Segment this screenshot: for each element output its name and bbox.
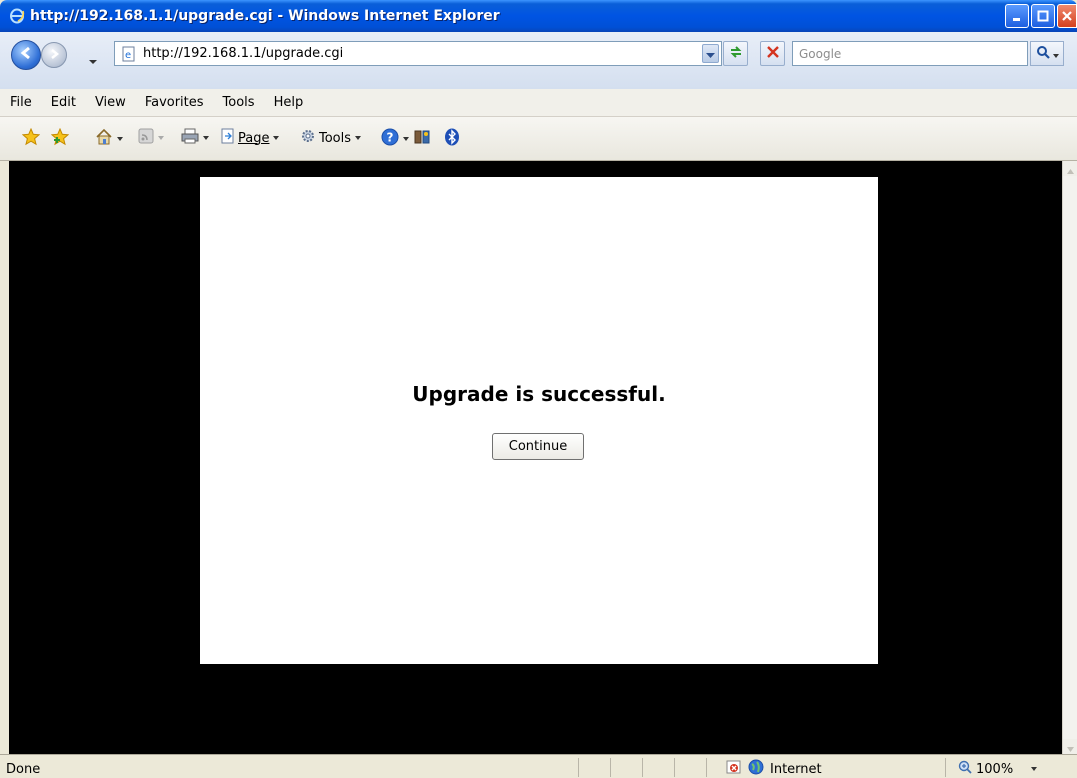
chevron-up-icon xyxy=(1066,159,1074,178)
add-favorite-icon[interactable] xyxy=(51,128,69,146)
security-zone[interactable]: Internet xyxy=(726,759,822,778)
back-button[interactable] xyxy=(11,40,41,70)
status-divider xyxy=(945,758,946,777)
chevron-down-icon xyxy=(706,44,715,63)
menu-bar: File Edit View Favorites Tools Help xyxy=(0,89,1077,117)
stop-icon xyxy=(766,44,780,63)
address-bar[interactable]: e http://192.168.1.1/upgrade.cgi xyxy=(114,41,722,66)
search-placeholder: Google xyxy=(799,46,842,61)
vertical-scrollbar[interactable] xyxy=(1062,161,1077,754)
feeds-dropdown-icon xyxy=(158,136,164,140)
address-dropdown-button[interactable] xyxy=(702,44,719,63)
recent-pages-dropdown[interactable] xyxy=(89,51,97,64)
tools-menu-button[interactable]: Tools xyxy=(300,128,362,148)
upgrade-result-panel: Upgrade is successful. Continue xyxy=(200,177,878,664)
title-bar: http://192.168.1.1/upgrade.cgi - Windows… xyxy=(0,0,1077,32)
back-arrow-icon xyxy=(18,45,34,65)
status-divider xyxy=(674,758,675,777)
status-bar: Done Internet 100% xyxy=(0,754,1077,778)
help-icon: ? xyxy=(381,128,399,150)
menu-tools[interactable]: Tools xyxy=(223,95,255,110)
minimize-icon xyxy=(1011,7,1023,26)
zone-label: Internet xyxy=(770,761,822,777)
status-text: Done xyxy=(6,762,41,777)
menu-view[interactable]: View xyxy=(95,95,126,110)
forward-button[interactable] xyxy=(41,42,67,68)
maximize-icon xyxy=(1037,7,1049,26)
close-button[interactable] xyxy=(1057,4,1077,28)
status-divider xyxy=(642,758,643,777)
continue-button[interactable]: Continue xyxy=(492,433,584,460)
menu-file[interactable]: File xyxy=(10,95,32,110)
search-icon xyxy=(1036,44,1050,63)
refresh-button[interactable] xyxy=(723,41,748,66)
home-icon xyxy=(95,128,113,150)
maximize-button[interactable] xyxy=(1031,4,1055,28)
home-button[interactable] xyxy=(95,128,123,150)
upgrade-status-message: Upgrade is successful. xyxy=(412,382,666,406)
navigation-bar: e http://192.168.1.1/upgrade.cgi Google xyxy=(0,32,1077,89)
menu-favorites[interactable]: Favorites xyxy=(145,95,204,110)
page-dropdown-icon xyxy=(273,136,280,140)
menu-edit[interactable]: Edit xyxy=(51,95,76,110)
zoom-dropdown-icon[interactable] xyxy=(1031,767,1038,771)
scroll-down-button[interactable] xyxy=(1063,739,1077,754)
protected-mode-icon xyxy=(726,759,742,778)
research-icon[interactable] xyxy=(413,128,431,146)
search-input[interactable]: Google xyxy=(792,41,1028,66)
help-dropdown-icon xyxy=(403,137,409,141)
zoom-level: 100% xyxy=(976,761,1014,777)
stop-button[interactable] xyxy=(760,41,785,66)
command-bar: Page Tools ? xyxy=(0,117,1077,161)
status-divider xyxy=(578,758,579,777)
menu-help[interactable]: Help xyxy=(274,95,304,110)
svg-text:?: ? xyxy=(387,131,394,145)
page-icon: e xyxy=(121,46,137,62)
favorites-star-icon[interactable] xyxy=(22,128,40,146)
scroll-up-button[interactable] xyxy=(1063,161,1077,176)
svg-text:e: e xyxy=(125,50,131,61)
page-icon xyxy=(220,128,236,148)
page-menu-label: Page xyxy=(238,130,270,146)
print-button[interactable] xyxy=(181,128,209,148)
home-dropdown-icon[interactable] xyxy=(117,137,123,141)
close-icon xyxy=(1061,7,1073,26)
print-icon xyxy=(181,128,199,148)
minimize-button[interactable] xyxy=(1005,4,1029,28)
zoom-control[interactable]: 100% xyxy=(958,760,1038,778)
bluetooth-icon[interactable] xyxy=(444,128,460,146)
address-url: http://192.168.1.1/upgrade.cgi xyxy=(143,46,344,61)
tools-menu-label: Tools xyxy=(319,130,352,146)
search-options-icon xyxy=(1052,44,1059,63)
window-title: http://192.168.1.1/upgrade.cgi - Windows… xyxy=(30,8,500,24)
ie-logo-icon xyxy=(8,7,26,25)
status-divider xyxy=(706,758,707,777)
forward-arrow-icon xyxy=(47,46,61,65)
rss-feed-icon xyxy=(138,128,154,148)
tools-dropdown-icon xyxy=(355,136,362,140)
help-button[interactable]: ? xyxy=(381,128,409,150)
print-dropdown-icon[interactable] xyxy=(203,136,209,140)
globe-icon xyxy=(748,759,764,778)
feeds-button[interactable] xyxy=(138,128,164,148)
refresh-icon xyxy=(728,44,744,64)
gear-icon xyxy=(300,128,316,148)
page-menu-button[interactable]: Page xyxy=(220,128,280,148)
zoom-icon xyxy=(958,760,972,778)
status-divider xyxy=(610,758,611,777)
search-button[interactable] xyxy=(1030,41,1064,66)
